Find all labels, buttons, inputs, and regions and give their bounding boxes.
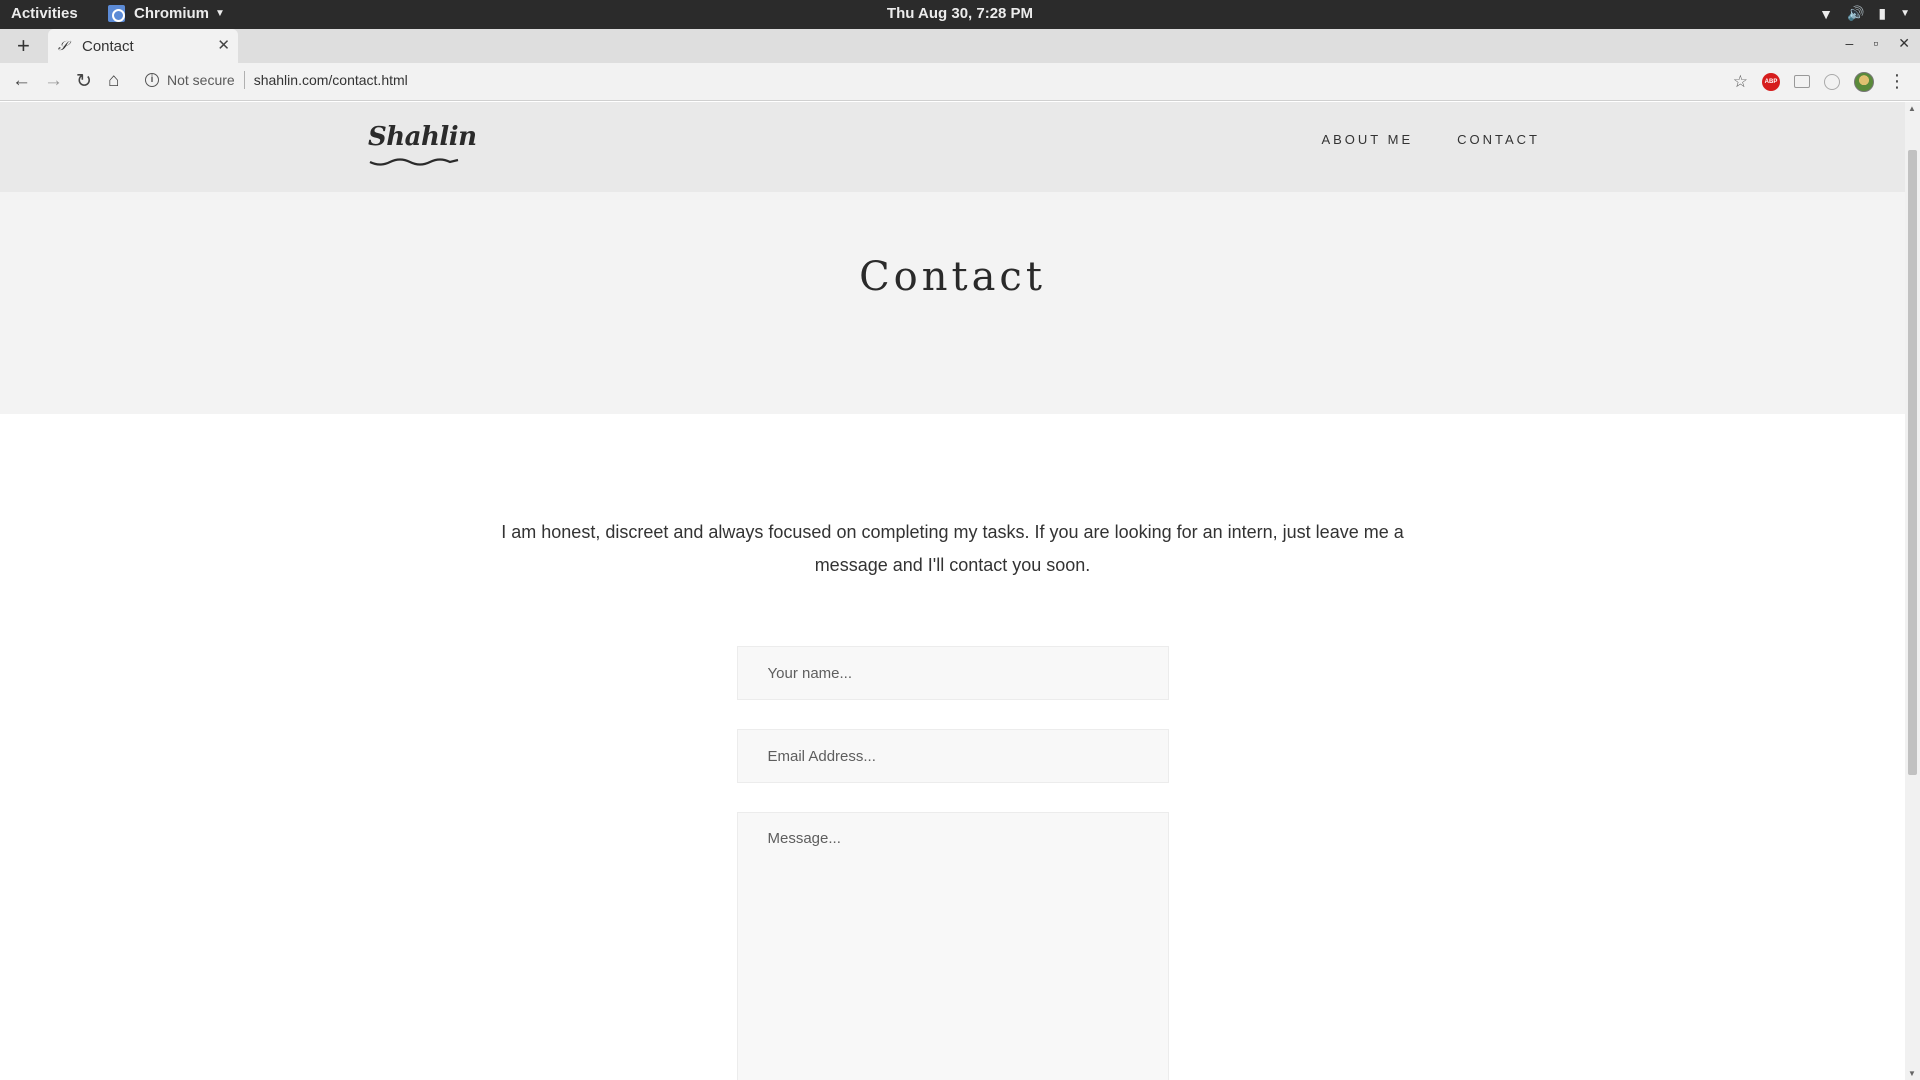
- page-scrollbar[interactable]: ▲ ▼: [1905, 102, 1920, 1080]
- info-icon[interactable]: i: [145, 73, 159, 87]
- intro-text: I am honest, discreet and always focused…: [501, 522, 1404, 575]
- message-textarea[interactable]: [736, 812, 1169, 1080]
- security-label[interactable]: Not secure: [167, 72, 235, 88]
- system-status-area[interactable]: ▼ 🔊 ▮ ▼: [1819, 5, 1910, 22]
- close-window-icon[interactable]: ✕: [1898, 35, 1910, 52]
- adblock-plus-icon[interactable]: ABP: [1762, 72, 1780, 91]
- reload-icon[interactable]: ↻: [76, 70, 92, 93]
- system-menu-caret-icon: ▼: [1900, 8, 1910, 19]
- forward-icon[interactable]: →: [44, 70, 63, 92]
- menu-icon[interactable]: ⋮: [1888, 71, 1906, 92]
- site-nav: ABOUT ME CONTACT: [1321, 132, 1540, 147]
- tab-title: Contact: [82, 37, 134, 55]
- back-icon[interactable]: ←: [12, 70, 31, 92]
- extension-area: ☆ ABP ⋮: [1733, 71, 1906, 92]
- tab-strip: + 𝒮 Contact ✕ – ▫ ✕: [0, 29, 1920, 63]
- page-hero: Contact: [0, 192, 1905, 414]
- scroll-down-icon[interactable]: ▼: [1908, 1069, 1916, 1078]
- nav-about-me[interactable]: ABOUT ME: [1321, 132, 1413, 147]
- battery-icon: ▮: [1878, 5, 1887, 21]
- page-viewport: Shahlin ABOUT ME CONTACT Contact I am ho…: [0, 102, 1905, 1080]
- scrollbar-thumb[interactable]: [1908, 150, 1917, 775]
- contact-form: [736, 646, 1169, 1080]
- tab-contact[interactable]: 𝒮 Contact ✕: [48, 29, 238, 63]
- logo-wave-icon: [369, 158, 459, 166]
- close-tab-icon[interactable]: ✕: [217, 36, 230, 54]
- home-icon[interactable]: ⌂: [108, 70, 119, 92]
- new-tab-button[interactable]: +: [17, 33, 30, 59]
- page-title: Contact: [859, 254, 1046, 300]
- extension-icon[interactable]: [1824, 73, 1840, 90]
- name-input[interactable]: [736, 646, 1169, 700]
- browser-toolbar: ← → ↻ ⌂ i Not secure shahlin.com/contact…: [0, 63, 1920, 101]
- site-logo[interactable]: Shahlin: [368, 122, 477, 152]
- site-header: Shahlin ABOUT ME CONTACT: [0, 102, 1905, 192]
- star-icon[interactable]: ☆: [1733, 72, 1748, 92]
- scroll-up-icon[interactable]: ▲: [1908, 104, 1916, 113]
- cast-icon[interactable]: [1794, 75, 1810, 88]
- window-controls: – ▫ ✕: [1846, 35, 1911, 52]
- maximize-icon[interactable]: ▫: [1873, 35, 1878, 52]
- profile-avatar[interactable]: [1854, 71, 1874, 92]
- divider: [243, 71, 245, 89]
- system-top-bar: Activities Chromium ▼ Thu Aug 30, 7:28 P…: [0, 0, 1920, 29]
- clock[interactable]: Thu Aug 30, 7:28 PM: [0, 5, 1920, 22]
- address-bar[interactable]: i Not secure shahlin.com/contact.html: [145, 71, 408, 89]
- site-favicon-icon: 𝒮: [58, 38, 69, 54]
- url-text[interactable]: shahlin.com/contact.html: [254, 72, 408, 88]
- minimize-icon[interactable]: –: [1846, 35, 1854, 52]
- volume-icon: 🔊: [1846, 5, 1865, 21]
- email-input[interactable]: [736, 729, 1169, 783]
- wifi-icon: ▼: [1819, 5, 1833, 22]
- nav-contact[interactable]: CONTACT: [1457, 132, 1540, 147]
